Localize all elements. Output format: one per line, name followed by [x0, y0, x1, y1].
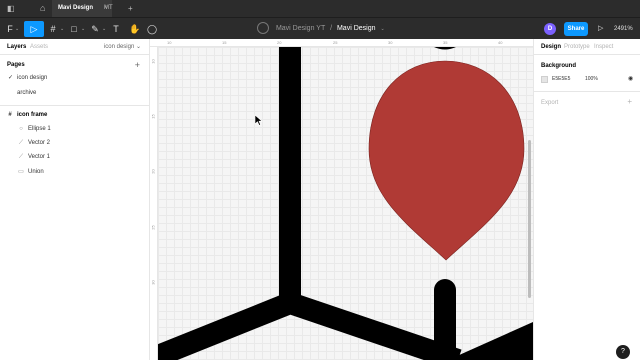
union-icon: ▭ [18, 169, 24, 175]
right-bar-shape[interactable] [434, 279, 456, 360]
vector-icon: ⟋ [18, 140, 24, 146]
tab-label: Mavi Design [58, 5, 94, 11]
ruler-tick-label: 30 [388, 40, 393, 45]
ruler-tick-label: 40 [498, 40, 503, 45]
left-panel-tabs: Layers Assets icon design ⌄ [0, 39, 150, 55]
right-panel-tabs: Design Prototype Inspect [534, 39, 640, 55]
present-icon[interactable]: ▷ [598, 22, 603, 36]
move-tool-button[interactable]: ▷ [24, 21, 44, 37]
ruler-tick-label: 25 [150, 225, 156, 230]
pen-tool-icon[interactable]: ✎ [90, 21, 100, 37]
hand-tool-icon[interactable]: ✋ [129, 21, 141, 37]
figma-logo-icon[interactable]: ◧ [7, 3, 15, 14]
add-page-icon[interactable]: + [135, 60, 140, 70]
home-icon[interactable]: ⌂ [40, 3, 45, 14]
shape-tool-icon[interactable]: □ [69, 21, 79, 37]
page-label: archive [17, 90, 37, 96]
tab-label: MT [104, 5, 113, 11]
tab-prototype[interactable]: Prototype [564, 39, 590, 55]
vector-icon: ⟋ [18, 154, 24, 160]
team-avatar-icon [257, 22, 269, 35]
left-panel: Layers Assets icon design ⌄ Pages + ✓ ic… [0, 39, 150, 360]
canvas-artwork [158, 47, 533, 360]
background-hex-input[interactable]: E5E5E5 [552, 75, 570, 84]
frame-tool-icon[interactable]: # [48, 21, 58, 37]
ruler-tick-label: 35 [443, 40, 448, 45]
right-diagonal-shape[interactable] [448, 322, 533, 360]
background-title: Background [541, 63, 577, 69]
eye-icon[interactable]: ◉ [628, 75, 633, 84]
figma-app: ◧ ⌂ Mavi Design × MT + F ⌄ ▷ # ⌄ □ ⌄ ✎ ⌄… [0, 0, 640, 360]
chevron-down-icon[interactable]: ⌄ [380, 26, 384, 32]
ruler-tick-label: 10 [167, 40, 172, 45]
tab-layers[interactable]: Layers [7, 39, 26, 55]
ruler-tick-label: 20 [277, 40, 282, 45]
layer-label: icon frame [17, 112, 48, 118]
breadcrumb-file[interactable]: Mavi Design [337, 25, 376, 32]
ruler-left: 10 15 20 25 30 [150, 47, 158, 360]
page-item-archive[interactable]: archive [0, 87, 150, 100]
add-export-icon[interactable]: + [627, 97, 632, 107]
ruler-top: 10 15 20 25 30 35 40 [150, 39, 533, 47]
avatar[interactable]: D [544, 23, 556, 35]
frame-icon: # [8, 112, 12, 118]
ruler-tick-label: 30 [150, 280, 156, 285]
export-title: Export [541, 100, 559, 106]
top-arc-shape[interactable] [434, 47, 456, 50]
layer-label: Vector 2 [28, 140, 51, 146]
toolbar: F ⌄ ▷ # ⌄ □ ⌄ ✎ ⌄ T ✋ ◯ Mavi Design YT /… [0, 17, 640, 39]
ellipse-icon: ○ [19, 126, 23, 132]
breadcrumb: Mavi Design YT / Mavi Design ⌄ [257, 18, 385, 40]
text-tool-icon[interactable]: T [111, 21, 121, 37]
layer-icon-frame[interactable]: # icon frame [0, 108, 150, 122]
main-menu-icon[interactable]: F [5, 21, 15, 37]
divider [534, 91, 640, 92]
tab-mt[interactable]: MT [100, 0, 113, 17]
layer-label: Ellipse 1 [28, 126, 51, 132]
tab-bar: ◧ ⌂ Mavi Design × MT + [0, 0, 640, 17]
divider [0, 105, 149, 106]
new-tab-icon[interactable]: + [128, 3, 133, 14]
background-opacity-input[interactable]: 100% [585, 75, 598, 84]
share-button[interactable]: Share [564, 22, 588, 36]
help-button[interactable]: ? [616, 345, 630, 359]
right-panel: Design Prototype Inspect Background E5E5… [533, 39, 640, 360]
layer-vector-2[interactable]: ⟋ Vector 2 [0, 136, 150, 150]
layer-union[interactable]: ▭ Union [0, 165, 150, 179]
ruler-tick-label: 15 [150, 114, 156, 119]
layer-label: Union [28, 169, 44, 175]
layer-label: Vector 1 [28, 154, 51, 160]
breadcrumb-separator: / [330, 25, 333, 32]
background-color-swatch[interactable] [541, 76, 548, 83]
ruler-tick-label: 25 [333, 40, 338, 45]
cursor-icon [254, 114, 263, 126]
design-canvas[interactable] [158, 47, 533, 360]
pages-title: Pages [7, 62, 25, 68]
vertical-bar-shape[interactable] [279, 47, 301, 305]
comment-tool-icon[interactable]: ◯ [147, 21, 157, 37]
chevron-down-icon[interactable]: ⌄ [15, 21, 19, 37]
ellipse-1-drop-shape[interactable] [368, 60, 525, 261]
ruler-tick-label: 15 [222, 40, 227, 45]
union-shape[interactable] [158, 292, 462, 360]
tab-assets[interactable]: Assets [30, 39, 48, 55]
page-label: icon design [17, 75, 48, 81]
chevron-down-icon[interactable]: ⌄ [81, 21, 85, 37]
ruler-tick-label: 10 [150, 59, 156, 64]
tab-inspect[interactable]: Inspect [594, 39, 613, 55]
layer-vector-1[interactable]: ⟋ Vector 1 [0, 150, 150, 164]
tab-design[interactable]: Design [541, 39, 561, 55]
vertical-scrollbar[interactable] [528, 140, 531, 298]
page-item-icon-design[interactable]: ✓ icon design [0, 72, 150, 85]
zoom-level[interactable]: 2491% [614, 22, 633, 36]
layer-ellipse-1[interactable]: ○ Ellipse 1 [0, 122, 150, 136]
ruler-tick-label: 20 [150, 169, 156, 174]
check-icon: ✓ [8, 75, 14, 81]
chevron-down-icon[interactable]: ⌄ [102, 21, 106, 37]
chevron-down-icon[interactable]: ⌄ [60, 21, 64, 37]
page-selector[interactable]: icon design ⌄ [104, 39, 141, 55]
breadcrumb-team[interactable]: Mavi Design YT [276, 25, 325, 32]
